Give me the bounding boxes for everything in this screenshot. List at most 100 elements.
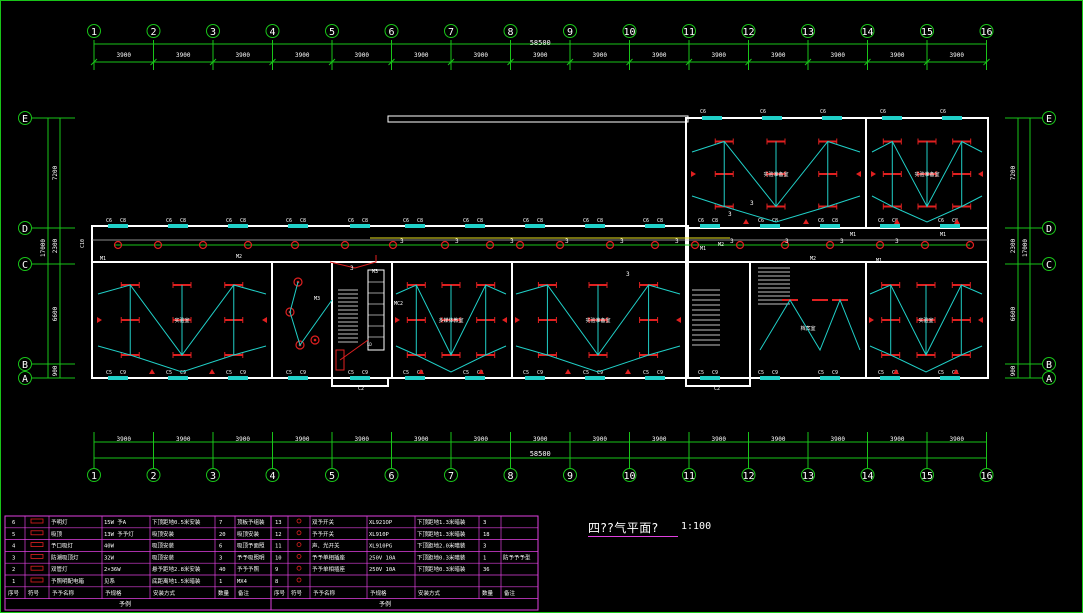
top-span-label: 3900 — [533, 52, 548, 59]
window-bottom — [525, 376, 545, 380]
window-tag: C6 — [760, 109, 766, 115]
legend-right-spec: XL910PG — [369, 544, 392, 550]
window-bottom — [760, 376, 780, 380]
legend-right-qty: 18 — [483, 532, 490, 538]
window-tag: C6 — [643, 218, 649, 224]
window-tag: C5 — [348, 370, 354, 376]
bottom-span-label: 3900 — [712, 436, 727, 443]
window-tag: C5 — [523, 370, 529, 376]
title-underline — [588, 536, 678, 537]
legend-left-name: 双管灯 — [51, 565, 68, 573]
legend-left-note: 予予予照 — [237, 565, 260, 573]
window-north — [822, 116, 842, 120]
window-tag: C9 — [712, 370, 718, 376]
bottom-axis-label: 13 — [802, 471, 814, 482]
window-bottom — [350, 376, 370, 380]
legend-left-no: 6 — [12, 520, 15, 526]
legend-right-header: 序号 — [274, 589, 286, 597]
legend-right-spec: XL921OP — [369, 520, 393, 526]
top-axis-label: 14 — [861, 27, 873, 38]
window-tag: C5 — [286, 370, 292, 376]
door-tag: MC2 — [394, 301, 403, 307]
circuit-tag: 3 — [626, 271, 630, 278]
window-tag: C5 — [698, 370, 704, 376]
window-tag: C9 — [537, 370, 543, 376]
legend-left-qty: 20 — [219, 532, 226, 538]
window-tag: C6 — [226, 218, 232, 224]
drawing-scale: 1:100 — [681, 521, 712, 532]
window-top — [465, 224, 485, 228]
legend-left-install: 吸顶安装 — [152, 530, 175, 538]
window-north — [882, 116, 902, 120]
legend-left-install: 吸顶安装 — [152, 553, 175, 561]
top-span-label: 3900 — [176, 52, 191, 59]
legend-left-note: 予予吸照明 — [237, 553, 265, 561]
bottom-axis-label: 4 — [269, 471, 275, 482]
floor-socket — [625, 369, 631, 374]
legend-left-spec: 40W — [104, 544, 115, 550]
legend-right-name: 予予开关 — [312, 530, 335, 538]
window-tag: C5 — [106, 370, 112, 376]
top-span-label: 3900 — [950, 52, 965, 59]
right-row-label: C — [1046, 260, 1052, 271]
legend-left-header: 予予名称 — [52, 589, 75, 597]
legend-left-qty: 40 — [219, 567, 226, 573]
floor-socket — [743, 219, 749, 224]
legend-right-header: 符号 — [291, 589, 303, 597]
window-tag: C8 — [120, 218, 126, 224]
window-bottom — [228, 376, 248, 380]
bottom-axis-label: 12 — [742, 471, 754, 482]
legend-left-header: 安装方式 — [153, 589, 176, 597]
door-tag: C2 — [358, 386, 364, 392]
circuit-tag: 3 — [510, 238, 514, 245]
right-row-span: 6600 — [1010, 306, 1017, 321]
room-label: 实验室 — [918, 317, 933, 324]
wall-socket — [978, 317, 983, 323]
room-label: 实验准备室 — [763, 171, 788, 178]
room-label: 多媒体教室 — [438, 317, 463, 324]
window-north — [942, 116, 962, 120]
window-tag: C8 — [832, 218, 838, 224]
window-tag: C6 — [698, 218, 704, 224]
electrical-floor-plan: 1 2 3 4 5 6 7 8 9 10 11 12 13 14 15 163900 3900 3900 3900 3… — [4, 24, 1056, 611]
top-axis-label: 10 — [623, 27, 635, 38]
legend-left-spec: 13W 予予灯 — [104, 530, 134, 538]
door-tag: M1 — [876, 258, 882, 264]
top-axis-label: 16 — [980, 27, 992, 38]
wall-socket — [856, 171, 861, 177]
wall-socket — [869, 317, 874, 323]
wall-socket — [871, 171, 876, 177]
bottom-span-label: 3900 — [593, 436, 608, 443]
left-row-span: 6600 — [52, 306, 59, 321]
window-top — [228, 224, 248, 228]
top-axis-label: 9 — [567, 27, 573, 38]
top-span-label: 3900 — [890, 52, 905, 59]
bottom-span-label: 3900 — [652, 436, 667, 443]
cad-canvas: 1 2 3 4 5 6 7 8 9 10 11 12 13 14 15 16 3900 3900 3900 3900 3… — [0, 0, 1083, 613]
wall-socket — [978, 171, 983, 177]
legend-left-header: 予规格 — [105, 589, 122, 597]
bottom-span-label: 3900 — [831, 436, 846, 443]
window-tag: C5 — [583, 370, 589, 376]
legend-right-name: 双予开关 — [312, 518, 335, 526]
legend-left-qty: 7 — [219, 520, 222, 526]
legend-footer-left: 予例 — [119, 600, 131, 608]
top-span-label: 3900 — [771, 52, 786, 59]
circuit-tag: 3 — [785, 238, 789, 245]
legend-left-note: 顶板予组装 — [237, 518, 265, 526]
window-tag: C9 — [300, 370, 306, 376]
legend-left-qty: 3 — [219, 555, 222, 561]
legend-right-header: 备注 — [504, 589, 516, 597]
bottom-total-label: 58500 — [530, 450, 551, 458]
window-bottom — [288, 376, 308, 380]
window-tag: C8 — [240, 218, 246, 224]
legend-right-no: 8 — [275, 579, 278, 585]
window-tag: C8 — [597, 218, 603, 224]
left-row-label: E — [22, 114, 28, 125]
left-row-label: B — [22, 360, 28, 371]
window-north — [702, 116, 722, 120]
window-tag: C5 — [166, 370, 172, 376]
window-top — [405, 224, 425, 228]
bottom-axis-label: 5 — [329, 471, 335, 482]
legend-right-no: 12 — [275, 532, 282, 538]
